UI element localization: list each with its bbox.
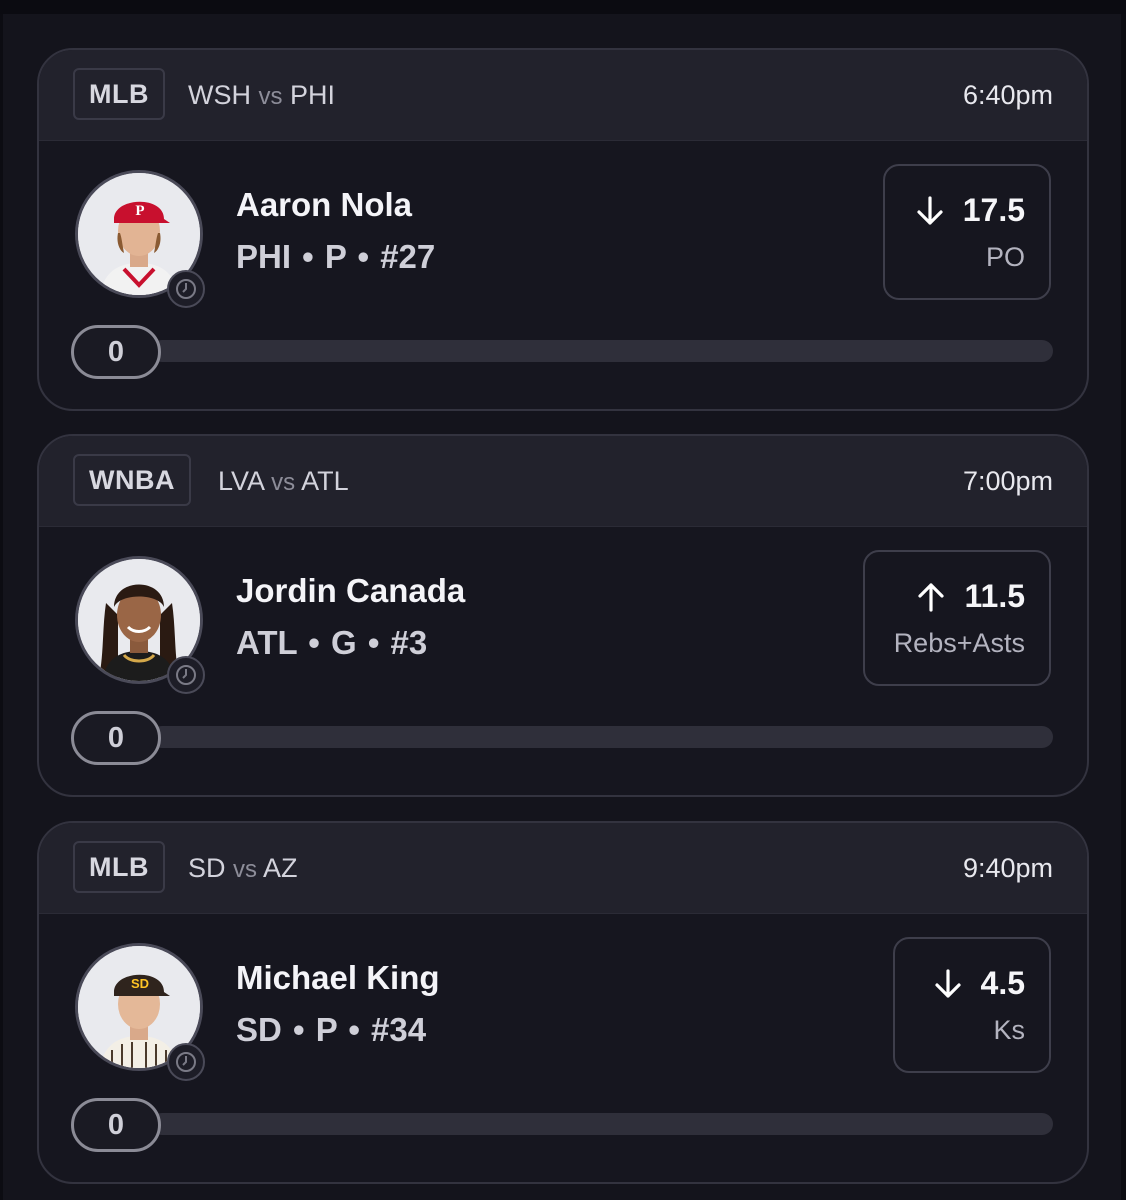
line-value: 4.5: [980, 965, 1025, 1001]
away-team: PHI: [290, 80, 336, 110]
away-team: ATL: [301, 466, 349, 496]
pick-card[interactable]: MLB SD vs AZ 9:40pm SD Michael King SD •…: [37, 821, 1089, 1184]
game-time: 7:00pm: [962, 466, 1053, 496]
stat-label: Rebs+Asts: [893, 628, 1025, 658]
progress-value: 0: [71, 1098, 161, 1152]
left-edge: [0, 14, 3, 1200]
vs-label: vs: [233, 856, 258, 883]
league-badge: MLB: [73, 68, 165, 120]
arrow-down-icon: [934, 968, 961, 998]
svg-text:P: P: [135, 203, 144, 219]
card-header: MLB SD vs AZ 9:40pm: [39, 823, 1087, 914]
away-team: AZ: [263, 853, 298, 883]
line-value-row: 11.5: [916, 578, 1025, 615]
home-team: LVA: [218, 466, 264, 496]
stat-label: Ks: [993, 1015, 1025, 1045]
svg-text:SD: SD: [131, 976, 149, 991]
line-value: 17.5: [962, 192, 1025, 228]
player-name: Michael King: [236, 959, 440, 996]
player-name: Jordin Canada: [236, 572, 466, 609]
top-bar: [0, 0, 1126, 14]
league-badge: WNBA: [73, 454, 191, 506]
pick-card[interactable]: MLB WSH vs PHI 6:40pm P Aaron Nola PHI •…: [37, 48, 1089, 411]
player-meta: PHI • P • #27: [236, 238, 436, 275]
home-team: SD: [188, 853, 226, 883]
progress-value: 0: [71, 325, 161, 379]
right-edge: [1121, 14, 1126, 1200]
vs-label: vs: [271, 469, 296, 496]
player-name: Aaron Nola: [236, 186, 413, 223]
clock-icon: [167, 270, 205, 308]
game-time: 6:40pm: [962, 80, 1053, 110]
progress-value: 0: [71, 711, 161, 765]
home-team: WSH: [188, 80, 251, 110]
progress-track: [151, 340, 1053, 362]
stat-label: PO: [985, 242, 1025, 272]
pick-card[interactable]: WNBA LVA vs ATL 7:00pm Jordin Canada ATL…: [37, 434, 1089, 797]
progress-track: [151, 726, 1053, 748]
arrow-up-icon: [918, 582, 945, 612]
card-header: MLB WSH vs PHI 6:40pm: [39, 50, 1087, 141]
line-button[interactable]: 17.5 PO: [883, 164, 1051, 300]
league-badge: MLB: [73, 841, 165, 893]
clock-icon: [167, 656, 205, 694]
line-value: 11.5: [964, 578, 1025, 614]
line-value-row: 17.5: [915, 192, 1025, 229]
card-header: WNBA LVA vs ATL 7:00pm: [39, 436, 1087, 527]
vs-label: vs: [258, 83, 283, 110]
clock-icon: [167, 1043, 205, 1081]
player-meta: ATL • G • #3: [236, 624, 428, 661]
matchup: SD vs AZ: [188, 853, 298, 884]
game-time: 9:40pm: [962, 853, 1053, 883]
matchup: LVA vs ATL: [218, 466, 349, 497]
line-button[interactable]: 11.5 Rebs+Asts: [863, 550, 1051, 686]
progress-track: [151, 1113, 1053, 1135]
app-frame: MLB WSH vs PHI 6:40pm P Aaron Nola PHI •…: [0, 0, 1126, 1200]
line-value-row: 4.5: [933, 965, 1025, 1002]
player-meta: SD • P • #34: [236, 1011, 427, 1048]
arrow-down-icon: [917, 195, 943, 225]
matchup: WSH vs PHI: [188, 80, 335, 111]
line-button[interactable]: 4.5 Ks: [893, 937, 1051, 1073]
